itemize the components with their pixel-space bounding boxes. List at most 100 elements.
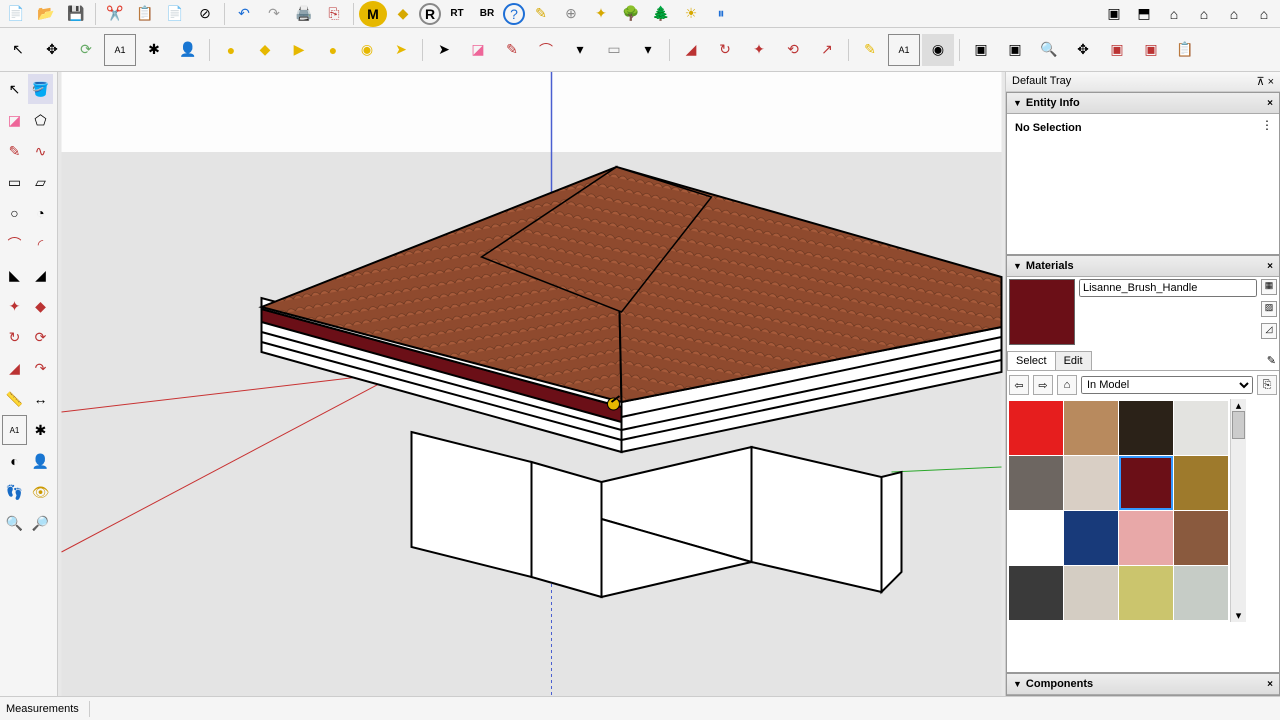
offset-tool-icon[interactable]: ⟳ bbox=[70, 34, 102, 66]
swatch-9[interactable] bbox=[1064, 511, 1118, 565]
paste-icon[interactable]: 📄 bbox=[161, 1, 189, 27]
flip-tool-icon[interactable]: ✦ bbox=[743, 34, 775, 66]
arc3-tool-icon[interactable]: ⌒ bbox=[2, 229, 27, 259]
wedge-tool-icon[interactable]: ◣ bbox=[2, 260, 27, 290]
br-icon[interactable]: BR bbox=[473, 1, 501, 27]
text-tool-icon[interactable]: A1 bbox=[104, 34, 136, 66]
rotate2-tool-icon[interactable]: ↷ bbox=[28, 353, 53, 383]
person-tool-icon[interactable]: 👤 bbox=[172, 34, 204, 66]
components-close-icon[interactable]: × bbox=[1267, 679, 1273, 690]
swatch-0[interactable] bbox=[1009, 401, 1063, 455]
swatch-11[interactable] bbox=[1174, 511, 1228, 565]
protractor-tool-icon[interactable]: ◐ bbox=[2, 446, 27, 476]
move2-tool-icon[interactable]: ◢ bbox=[2, 353, 27, 383]
component2-icon[interactable]: ▣ bbox=[999, 34, 1031, 66]
text2-icon[interactable]: A1 bbox=[888, 34, 920, 66]
rect4-tool-icon[interactable]: ▱ bbox=[28, 167, 53, 197]
arc4-tool-icon[interactable]: ◜ bbox=[28, 229, 53, 259]
bulb-yellow-icon[interactable]: ◉ bbox=[351, 34, 383, 66]
material-tri-icon[interactable]: ◿ bbox=[1261, 323, 1277, 339]
circle2-tool-icon[interactable]: ○ bbox=[2, 198, 27, 228]
swatch-4[interactable] bbox=[1009, 456, 1063, 510]
eraser-tool-icon[interactable]: ◪ bbox=[462, 34, 494, 66]
new-file-icon[interactable]: 📄 bbox=[2, 1, 30, 27]
material-name-input[interactable] bbox=[1079, 279, 1257, 297]
tray-header[interactable]: Default Tray ⊼ × bbox=[1006, 72, 1280, 92]
circle-yellow-icon[interactable]: ● bbox=[215, 34, 247, 66]
layers-icon[interactable]: ✦ bbox=[587, 1, 615, 27]
swatches-scrollbar[interactable]: ▴ ▾ bbox=[1230, 399, 1246, 622]
top-view-icon[interactable]: ⬒ bbox=[1130, 1, 1158, 27]
open-file-icon[interactable]: 📂 bbox=[32, 1, 60, 27]
wedge2-tool-icon[interactable]: ◢ bbox=[28, 260, 53, 290]
help-icon[interactable]: ? bbox=[503, 3, 525, 25]
entity-menu-icon[interactable]: ⋮ bbox=[1261, 118, 1273, 132]
select-tool-icon[interactable]: ↖ bbox=[2, 34, 34, 66]
swatch-13[interactable] bbox=[1064, 566, 1118, 620]
axes2-tool-icon[interactable]: ✱ bbox=[28, 415, 53, 445]
delete-icon[interactable]: ⊘ bbox=[191, 1, 219, 27]
export-tool-icon[interactable]: ↗ bbox=[811, 34, 843, 66]
tree1-icon[interactable]: 🌳 bbox=[617, 1, 645, 27]
tag-icon[interactable]: ◆ bbox=[389, 1, 417, 27]
eraser2-tool-icon[interactable]: ◪ bbox=[2, 105, 27, 135]
pointer-yellow-icon[interactable]: ➤ bbox=[385, 34, 417, 66]
sync-tool-icon[interactable]: ⟲ bbox=[777, 34, 809, 66]
rotate-tool-icon[interactable]: ↻ bbox=[709, 34, 741, 66]
push2-tool-icon[interactable]: ✦ bbox=[2, 291, 27, 321]
material-default-icon[interactable]: ▨ bbox=[1261, 301, 1277, 317]
right-view-icon[interactable]: ⌂ bbox=[1250, 1, 1278, 27]
offset2-tool-icon[interactable]: ↻ bbox=[2, 322, 27, 352]
swatch-10[interactable] bbox=[1119, 511, 1173, 565]
report-icon[interactable]: 📋 bbox=[1169, 34, 1201, 66]
r-icon[interactable]: R bbox=[419, 3, 441, 25]
material-preview[interactable] bbox=[1009, 279, 1075, 345]
back-view-icon[interactable]: ⌂ bbox=[1190, 1, 1218, 27]
plane-yellow-icon[interactable]: ◆ bbox=[249, 34, 281, 66]
pencil-tool-icon[interactable]: ✎ bbox=[496, 34, 528, 66]
copy-icon[interactable]: 📋 bbox=[131, 1, 159, 27]
m-icon[interactable]: M bbox=[359, 1, 387, 27]
entity-info-header[interactable]: ▼ Entity Info × bbox=[1007, 93, 1279, 114]
arrow-tool-icon[interactable]: ↖ bbox=[2, 74, 27, 104]
follow-tool-icon[interactable]: ◆ bbox=[28, 291, 53, 321]
pencil2-tool-icon[interactable]: ✎ bbox=[2, 136, 27, 166]
fill-tool-icon[interactable]: ◢ bbox=[675, 34, 707, 66]
materials-close-icon[interactable]: × bbox=[1267, 261, 1273, 272]
highlight-icon[interactable]: ✎ bbox=[854, 34, 886, 66]
axes-tool-icon[interactable]: ✱ bbox=[138, 34, 170, 66]
material-home-icon[interactable]: ⌂ bbox=[1057, 375, 1077, 395]
tray-pin-icon[interactable]: ⊼ bbox=[1256, 76, 1264, 88]
tree2-icon[interactable]: 🌲 bbox=[647, 1, 675, 27]
iso-view-icon[interactable]: ▣ bbox=[1100, 1, 1128, 27]
undo-icon[interactable]: ↶ bbox=[230, 1, 258, 27]
material-back-icon[interactable]: ⇦ bbox=[1009, 375, 1029, 395]
tab-edit[interactable]: Edit bbox=[1055, 351, 1092, 370]
pause-icon[interactable]: ⏸ bbox=[707, 1, 735, 27]
extents-icon[interactable]: ✥ bbox=[1067, 34, 1099, 66]
tab-select[interactable]: Select bbox=[1007, 351, 1056, 370]
swatch-2[interactable] bbox=[1119, 401, 1173, 455]
tape-tool-icon[interactable]: 📏 bbox=[2, 384, 27, 414]
walk-tool-icon[interactable]: 👣 bbox=[2, 477, 27, 507]
material-details-icon[interactable]: ⎘ bbox=[1257, 375, 1277, 395]
script-icon[interactable]: ✎ bbox=[527, 1, 555, 27]
sun-icon[interactable]: ☀ bbox=[677, 1, 705, 27]
cut-icon[interactable]: ✂️ bbox=[101, 1, 129, 27]
save-file-icon[interactable]: 💾 bbox=[62, 1, 90, 27]
print-icon[interactable]: 🖨️ bbox=[290, 1, 318, 27]
arc-tool-icon[interactable]: ⌒ bbox=[530, 34, 562, 66]
material-fwd-icon[interactable]: ⇨ bbox=[1033, 375, 1053, 395]
rect-tool-icon[interactable]: ▭ bbox=[598, 34, 630, 66]
tag2-tool-icon[interactable]: A1 bbox=[2, 415, 27, 445]
tray-close-icon[interactable]: × bbox=[1268, 76, 1274, 88]
swatch-5[interactable] bbox=[1064, 456, 1118, 510]
globe-icon[interactable]: ⊕ bbox=[557, 1, 585, 27]
component4-icon[interactable]: ▣ bbox=[1135, 34, 1167, 66]
poly-tool-icon[interactable]: ⬠ bbox=[28, 105, 53, 135]
components-header[interactable]: ▼ Components × bbox=[1007, 674, 1279, 695]
entity-close-icon[interactable]: × bbox=[1267, 98, 1273, 109]
swatch-15[interactable] bbox=[1174, 566, 1228, 620]
swatch-1[interactable] bbox=[1064, 401, 1118, 455]
dim-tool-icon[interactable]: ↔ bbox=[28, 384, 53, 414]
